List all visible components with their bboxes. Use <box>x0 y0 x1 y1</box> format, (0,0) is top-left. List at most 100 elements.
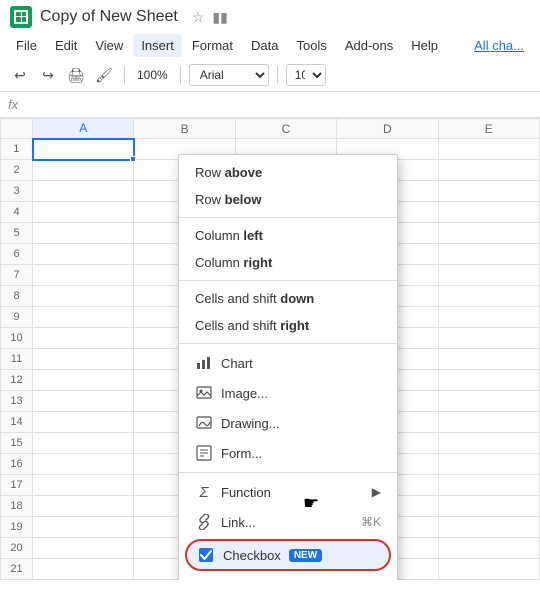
col-header-a[interactable]: A <box>33 119 134 139</box>
app-icon <box>10 6 32 28</box>
font-size-selector[interactable]: 10 <box>286 64 326 86</box>
print-button[interactable]: 🖨 <box>64 63 88 87</box>
toolbar-divider-2 <box>180 66 181 84</box>
separator-2 <box>179 280 397 281</box>
cell-15-4[interactable] <box>438 433 539 454</box>
cell-6-0[interactable] <box>33 244 134 265</box>
cell-1-0[interactable] <box>33 139 134 160</box>
corner-header <box>1 119 33 139</box>
menu-item-image[interactable]: Image... <box>179 378 397 408</box>
cell-18-4[interactable] <box>438 496 539 517</box>
zoom-level[interactable]: 100% <box>133 68 172 82</box>
cell-19-4[interactable] <box>438 517 539 538</box>
cell-7-4[interactable] <box>438 265 539 286</box>
cell-4-4[interactable] <box>438 202 539 223</box>
menu-insert[interactable]: Insert <box>133 34 182 57</box>
cell-2-4[interactable] <box>438 160 539 181</box>
cell-21-4[interactable] <box>438 559 539 580</box>
cell-3-0[interactable] <box>33 181 134 202</box>
menu-item-comment[interactable]: Comment ⌘+Option+M <box>179 573 397 580</box>
menu-format[interactable]: Format <box>184 34 241 57</box>
row-num-7: 7 <box>1 265 33 286</box>
folder-icon[interactable]: ▮▮ <box>212 9 227 26</box>
chart-label: Chart <box>221 356 253 371</box>
menu-item-col-left[interactable]: Column left <box>179 222 397 249</box>
cell-1-4[interactable] <box>438 139 539 160</box>
menu-allcharts[interactable]: All cha... <box>466 34 532 57</box>
cell-13-4[interactable] <box>438 391 539 412</box>
cell-18-0[interactable] <box>33 496 134 517</box>
cell-10-0[interactable] <box>33 328 134 349</box>
cell-20-0[interactable] <box>33 538 134 559</box>
cell-11-0[interactable] <box>33 349 134 370</box>
menu-item-row-below[interactable]: Row below <box>179 186 397 213</box>
paintformat-button[interactable]: 🖌 <box>92 63 116 87</box>
menu-addons[interactable]: Add-ons <box>337 34 401 57</box>
menu-item-function[interactable]: Σ Function ▶ <box>179 477 397 507</box>
col-header-e[interactable]: E <box>438 119 539 139</box>
form-label: Form... <box>221 446 262 461</box>
cell-11-4[interactable] <box>438 349 539 370</box>
menu-item-drawing[interactable]: Drawing... <box>179 408 397 438</box>
cell-16-0[interactable] <box>33 454 134 475</box>
cell-10-4[interactable] <box>438 328 539 349</box>
cell-17-0[interactable] <box>33 475 134 496</box>
cell-8-4[interactable] <box>438 286 539 307</box>
cell-14-0[interactable] <box>33 412 134 433</box>
cell-14-4[interactable] <box>438 412 539 433</box>
col-header-b[interactable]: B <box>134 119 235 139</box>
menu-data[interactable]: Data <box>243 34 286 57</box>
menu-item-cells-shift-right[interactable]: Cells and shift right <box>179 312 397 339</box>
menu-help[interactable]: Help <box>403 34 446 57</box>
menu-item-link[interactable]: Link... ⌘K <box>179 507 397 537</box>
cell-12-0[interactable] <box>33 370 134 391</box>
row-num-5: 5 <box>1 223 33 244</box>
link-icon <box>195 513 213 531</box>
cell-9-4[interactable] <box>438 307 539 328</box>
menu-edit[interactable]: Edit <box>47 34 85 57</box>
row-num-9: 9 <box>1 307 33 328</box>
cell-16-4[interactable] <box>438 454 539 475</box>
col-header-c[interactable]: C <box>235 119 336 139</box>
row-num-3: 3 <box>1 181 33 202</box>
cell-17-4[interactable] <box>438 475 539 496</box>
menu-tools[interactable]: Tools <box>288 34 334 57</box>
col-header-d[interactable]: D <box>337 119 438 139</box>
row-num-16: 16 <box>1 454 33 475</box>
cell-5-4[interactable] <box>438 223 539 244</box>
menu-view[interactable]: View <box>87 34 131 57</box>
title-bar: Copy of New Sheet ☆ ▮▮ <box>0 0 540 32</box>
cell-2-0[interactable] <box>33 160 134 181</box>
cell-5-0[interactable] <box>33 223 134 244</box>
cell-13-0[interactable] <box>33 391 134 412</box>
menu-item-form[interactable]: Form... <box>179 438 397 468</box>
cell-15-0[interactable] <box>33 433 134 454</box>
star-icon[interactable]: ☆ <box>192 9 205 26</box>
row-num-13: 13 <box>1 391 33 412</box>
cell-20-4[interactable] <box>438 538 539 559</box>
cell-21-0[interactable] <box>33 559 134 580</box>
cell-3-4[interactable] <box>438 181 539 202</box>
cell-8-0[interactable] <box>33 286 134 307</box>
chart-icon <box>195 354 213 372</box>
menu-item-checkbox[interactable]: Checkbox NEW <box>185 539 391 571</box>
cell-9-0[interactable] <box>33 307 134 328</box>
row-num-4: 4 <box>1 202 33 223</box>
row-num-15: 15 <box>1 433 33 454</box>
undo-button[interactable]: ↩ <box>8 63 32 87</box>
menu-item-col-right[interactable]: Column right <box>179 249 397 276</box>
menu-item-row-above[interactable]: Row above <box>179 159 397 186</box>
menu-item-cells-shift-down[interactable]: Cells and shift down <box>179 285 397 312</box>
font-selector[interactable]: Arial <box>189 64 269 86</box>
row-num-19: 19 <box>1 517 33 538</box>
cell-7-0[interactable] <box>33 265 134 286</box>
cell-12-4[interactable] <box>438 370 539 391</box>
menu-file[interactable]: File <box>8 34 45 57</box>
cell-4-0[interactable] <box>33 202 134 223</box>
menu-item-chart[interactable]: Chart <box>179 348 397 378</box>
image-label: Image... <box>221 386 268 401</box>
image-icon <box>195 384 213 402</box>
cell-19-0[interactable] <box>33 517 134 538</box>
redo-button[interactable]: ↪ <box>36 63 60 87</box>
cell-6-4[interactable] <box>438 244 539 265</box>
